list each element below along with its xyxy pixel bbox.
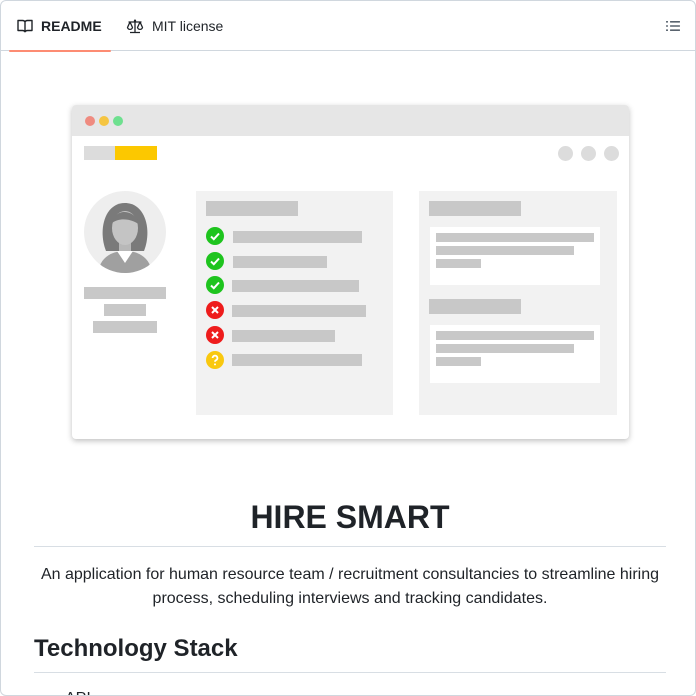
illustration-checklist-panel bbox=[196, 191, 393, 415]
illustration-note-line bbox=[436, 357, 481, 366]
window-dot-yellow bbox=[99, 116, 109, 126]
illustration-note-line bbox=[436, 233, 594, 242]
illustration-list-line bbox=[233, 231, 362, 243]
list-item: API bbox=[65, 687, 91, 695]
illustration-note-card bbox=[430, 227, 600, 285]
illustration-note-line bbox=[436, 259, 481, 268]
illustration-list-line bbox=[232, 354, 362, 366]
illustration-note-card bbox=[430, 325, 600, 383]
table-of-contents-button[interactable] bbox=[661, 14, 685, 38]
avatar-icon bbox=[84, 191, 166, 273]
title-divider bbox=[34, 546, 666, 547]
illustration-panel-heading bbox=[429, 299, 521, 314]
window-dot-red bbox=[85, 116, 95, 126]
tab-readme-label: README bbox=[41, 18, 102, 34]
book-icon bbox=[17, 18, 33, 34]
check-icon bbox=[206, 227, 224, 245]
tab-readme[interactable]: README bbox=[9, 1, 111, 52]
illustration-note-line bbox=[436, 344, 574, 353]
illustration-note-line bbox=[436, 246, 574, 255]
illustration-nav-dot bbox=[604, 146, 619, 161]
readme-title: HIRE SMART bbox=[250, 499, 450, 535]
section-divider bbox=[34, 672, 666, 673]
section-heading-technology-stack: Technology Stack bbox=[34, 635, 238, 662]
illustration-logo-yellow bbox=[115, 146, 157, 160]
illustration-nav-dot bbox=[558, 146, 573, 161]
readme-panel: README MIT license HIRE SMART An applica… bbox=[0, 0, 696, 696]
illustration-list-line bbox=[232, 280, 359, 292]
readme-tabbar: README MIT license bbox=[1, 1, 695, 52]
illustration-logo-gray bbox=[84, 146, 115, 160]
illustration-name-line bbox=[104, 304, 146, 316]
question-icon bbox=[206, 351, 224, 369]
check-icon bbox=[206, 276, 224, 294]
readme-description: An application for human resource team /… bbox=[40, 566, 660, 607]
list-icon bbox=[665, 18, 681, 34]
illustration-list-line bbox=[233, 256, 327, 268]
illustration-notes-panel bbox=[419, 191, 617, 415]
illustration-name-line bbox=[93, 321, 157, 333]
illustration-list-line bbox=[232, 305, 366, 317]
illustration-note-line bbox=[436, 331, 594, 340]
illustration-panel-heading bbox=[206, 201, 298, 216]
illustration-window-bar bbox=[72, 105, 629, 136]
app-illustration bbox=[72, 105, 629, 439]
scale-icon bbox=[126, 18, 144, 34]
illustration-panel-heading bbox=[429, 201, 521, 216]
cross-icon bbox=[206, 301, 224, 319]
tab-license-label: MIT license bbox=[152, 18, 224, 34]
illustration-list-line bbox=[232, 330, 335, 342]
check-icon bbox=[206, 252, 224, 270]
illustration-nav-dot bbox=[581, 146, 596, 161]
window-dot-green bbox=[113, 116, 123, 126]
illustration-name-line bbox=[84, 287, 166, 299]
cross-icon bbox=[206, 326, 224, 344]
tab-license[interactable]: MIT license bbox=[118, 1, 231, 51]
